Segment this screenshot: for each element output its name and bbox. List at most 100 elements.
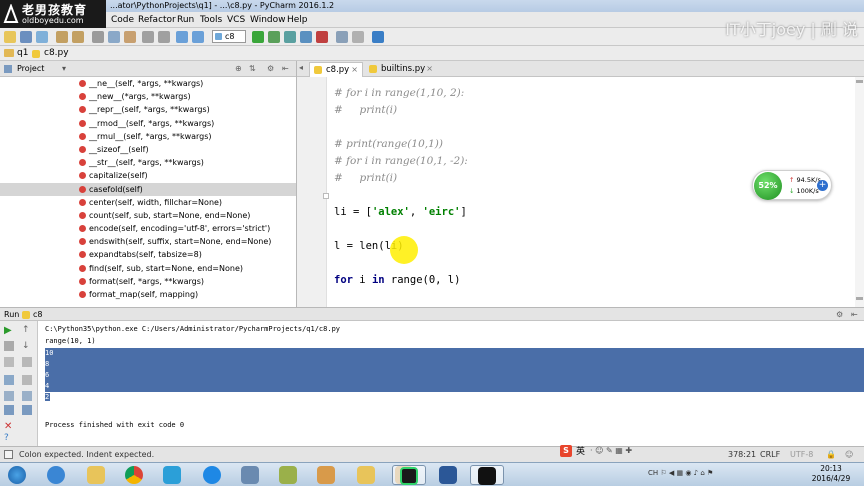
arrow-down-icon[interactable]: ↓ xyxy=(22,341,32,351)
member-item[interactable]: center(self, width, fillchar=None) xyxy=(0,196,296,209)
member-item[interactable]: __str__(self, *args, **kwargs) xyxy=(0,156,296,169)
member-item[interactable]: __repr__(self, *args, **kwargs) xyxy=(0,103,296,116)
tool-window-icon[interactable] xyxy=(4,450,13,459)
tray-icons[interactable]: CH ⚐ ◀ ▦ ◉ ♪ ⌂ ⚑ xyxy=(648,469,713,477)
taskbar-pycharm[interactable] xyxy=(392,465,426,485)
paste-icon[interactable] xyxy=(124,31,136,43)
back-icon[interactable] xyxy=(176,31,188,43)
ime-tools-icon[interactable]: · ☺ ✎ ▦ ✚ xyxy=(590,446,650,455)
find-icon[interactable] xyxy=(142,31,154,43)
taskbar-ie[interactable] xyxy=(40,465,72,485)
arrow-up-icon[interactable]: ↑ xyxy=(22,325,32,335)
menu-tools[interactable]: Tools xyxy=(200,14,222,26)
dump-threads-icon[interactable] xyxy=(4,375,14,385)
member-item[interactable]: __new__(*args, **kwargs) xyxy=(0,90,296,103)
run-panel-title[interactable]: Run xyxy=(4,308,19,321)
close-icon[interactable]: × xyxy=(426,62,433,76)
copy-icon[interactable] xyxy=(108,31,120,43)
editor-scrollbar[interactable] xyxy=(855,77,864,307)
taskbar-chrome[interactable] xyxy=(118,465,150,485)
menu-refactor[interactable]: Refactor xyxy=(138,14,176,26)
pause-icon[interactable] xyxy=(4,357,14,367)
taskbar-app[interactable] xyxy=(156,465,188,485)
rerun-icon[interactable]: ▶ xyxy=(4,325,14,336)
taskbar-tool[interactable] xyxy=(234,465,266,485)
start-button[interactable] xyxy=(2,465,36,485)
plus-icon[interactable]: + xyxy=(817,180,828,191)
undo-icon[interactable] xyxy=(56,31,68,43)
replace-icon[interactable] xyxy=(158,31,170,43)
sync-icon[interactable] xyxy=(36,31,48,43)
run-icon[interactable] xyxy=(252,31,264,43)
lock-icon[interactable]: 🔒 xyxy=(826,447,836,462)
sogou-icon[interactable]: S xyxy=(560,445,572,457)
menu-run[interactable]: Run xyxy=(177,14,194,26)
debug-icon[interactable] xyxy=(268,31,280,43)
settings-icon[interactable] xyxy=(336,31,348,43)
save-icon[interactable] xyxy=(20,31,32,43)
ime-toolbar[interactable]: S 英 · ☺ ✎ ▦ ✚ xyxy=(560,444,640,458)
member-item[interactable]: __sizeof__(self) xyxy=(0,143,296,156)
project-panel-title[interactable]: Project xyxy=(17,61,44,76)
member-item[interactable]: expandtabs(self, tabsize=8) xyxy=(0,248,296,261)
line-gutter[interactable] xyxy=(297,77,329,307)
trash-icon[interactable] xyxy=(22,405,32,415)
stop-icon[interactable] xyxy=(4,341,14,351)
collapse-icon[interactable]: ⇅ xyxy=(249,61,256,76)
settings-icon[interactable] xyxy=(4,391,14,401)
structure-icon[interactable] xyxy=(352,31,364,43)
member-item[interactable]: endswith(self, suffix, start=None, end=N… xyxy=(0,235,296,248)
member-item[interactable]: format(self, *args, **kwargs) xyxy=(0,275,296,288)
close-icon[interactable]: ✕ xyxy=(4,421,14,432)
menu-help[interactable]: Help xyxy=(287,14,308,26)
soft-wrap-icon[interactable] xyxy=(22,357,32,367)
recent-icon[interactable]: ◂ xyxy=(299,63,303,72)
member-item[interactable]: format_map(self, mapping) xyxy=(0,288,296,301)
gear-icon[interactable]: ⚙ xyxy=(267,61,274,76)
hide-panel-icon[interactable]: ⇤ xyxy=(282,61,289,76)
member-item[interactable]: __rmod__(self, *args, **kwargs) xyxy=(0,117,296,130)
network-speed-widget[interactable]: 52% ↑ 94.5K/s ↓ 100K/s + xyxy=(752,170,832,200)
help-icon[interactable] xyxy=(372,31,384,43)
profile-icon[interactable] xyxy=(300,31,312,43)
inspector-icon[interactable]: ☺ xyxy=(845,447,853,462)
tab-builtins[interactable]: builtins.py × xyxy=(365,62,437,77)
member-item[interactable]: find(self, sub, start=None, end=None) xyxy=(0,262,296,275)
run-config-label[interactable]: c8 xyxy=(33,308,43,321)
clock[interactable]: 20:13 2016/4/29 xyxy=(806,464,856,484)
scroll-end-icon[interactable] xyxy=(22,375,32,385)
forward-icon[interactable] xyxy=(192,31,204,43)
chevron-down-icon[interactable]: ▾ xyxy=(62,61,66,76)
taskbar-qq[interactable] xyxy=(196,465,228,485)
member-item[interactable]: count(self, sub, start=None, end=None) xyxy=(0,209,296,222)
member-item[interactable]: capitalize(self) xyxy=(0,169,296,182)
taskbar-explorer[interactable] xyxy=(80,465,112,485)
taskbar-word[interactable] xyxy=(432,465,464,485)
help-icon[interactable]: ? xyxy=(4,433,14,443)
breadcrumb-file[interactable]: c8.py xyxy=(44,46,69,60)
member-item[interactable]: __ne__(self, *args, **kwargs) xyxy=(0,77,296,90)
member-item[interactable]: casefold(self) xyxy=(0,182,296,196)
open-icon[interactable] xyxy=(4,31,16,43)
taskbar-notes[interactable] xyxy=(272,465,304,485)
fold-marker-icon[interactable] xyxy=(323,193,329,199)
member-item[interactable]: encode(self, encoding='utf-8', errors='s… xyxy=(0,222,296,235)
member-item[interactable]: __rmul__(self, *args, **kwargs) xyxy=(0,130,296,143)
line-separator[interactable]: CRLF xyxy=(760,447,780,462)
cut-icon[interactable] xyxy=(92,31,104,43)
menu-window[interactable]: Window xyxy=(250,14,286,26)
breadcrumb-project[interactable]: q1 xyxy=(17,46,28,60)
run-console[interactable]: C:\Python35\python.exe C:/Users/Administ… xyxy=(38,321,864,446)
menu-vcs[interactable]: VCS xyxy=(227,14,245,26)
hide-panel-icon[interactable]: ⇤ xyxy=(851,308,858,321)
pin-icon[interactable] xyxy=(4,405,14,415)
taskbar-cmd[interactable] xyxy=(470,465,504,485)
run-config-select[interactable]: c8 xyxy=(212,30,246,43)
coverage-icon[interactable] xyxy=(284,31,296,43)
menu-code[interactable]: Code xyxy=(111,14,134,26)
tab-c8[interactable]: c8.py × xyxy=(309,62,363,77)
redo-icon[interactable] xyxy=(72,31,84,43)
taskbar-people[interactable] xyxy=(310,465,342,485)
caret-position[interactable]: 378:21 xyxy=(728,447,756,462)
gear-icon[interactable]: ⚙ xyxy=(836,308,843,321)
